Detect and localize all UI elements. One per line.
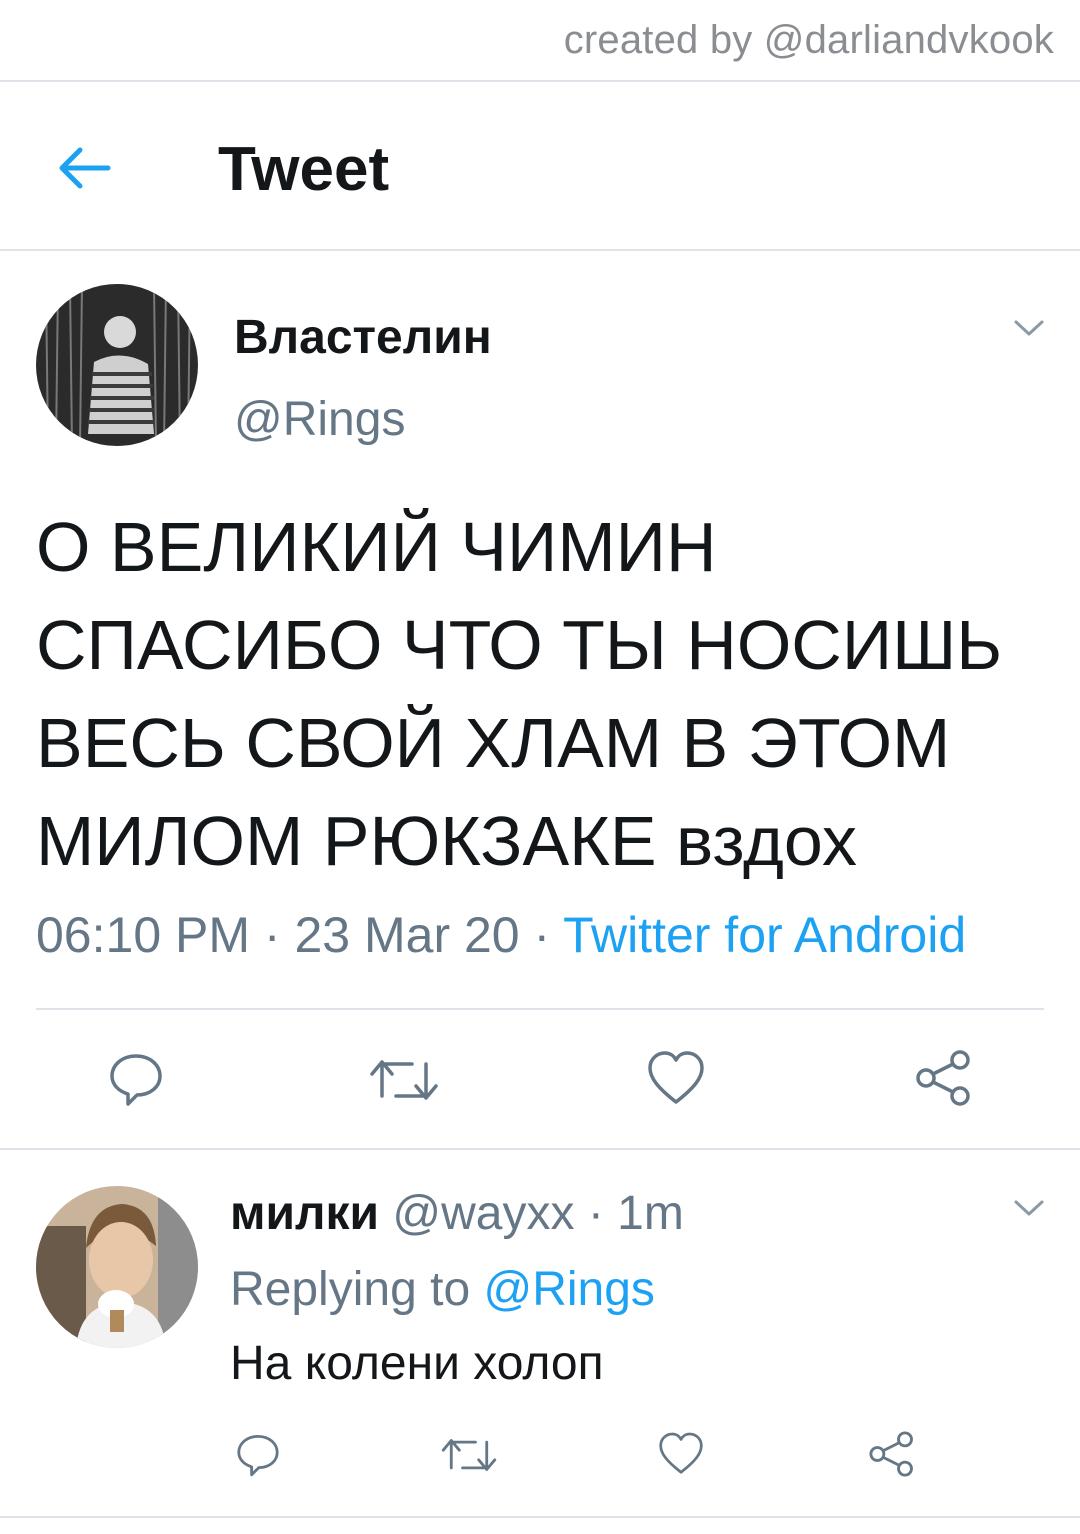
replying-to-label: Replying to xyxy=(230,1263,471,1316)
tweet-time: 06:10 PM xyxy=(36,907,251,963)
tweet-actions xyxy=(0,1040,1080,1120)
page-title: Tweet xyxy=(218,135,390,204)
reply-avatar[interactable] xyxy=(36,1186,198,1348)
tweet-meta: 06:10 PM · 23 Mar 20 · Twitter for Andro… xyxy=(36,906,966,964)
speech-bubble-icon[interactable] xyxy=(234,1430,282,1478)
tweet-date: 23 Mar 20 xyxy=(294,907,520,963)
meta-separator: · xyxy=(263,907,281,963)
watermark: created by @darliandvkook xyxy=(563,18,1054,62)
avatar-image xyxy=(36,284,198,446)
replying-to-mention[interactable]: @Rings xyxy=(483,1263,654,1316)
reply-display-name[interactable]: милки xyxy=(230,1187,379,1240)
share-icon[interactable] xyxy=(866,1428,918,1480)
display-name[interactable]: Властелин xyxy=(234,310,492,365)
chevron-down-icon[interactable] xyxy=(1012,316,1046,340)
reply-time: 1m xyxy=(617,1187,684,1240)
reply-text: На колени холоп xyxy=(230,1337,604,1390)
speech-bubble-icon[interactable] xyxy=(106,1048,166,1108)
divider xyxy=(0,80,1080,82)
replying-to: Replying to @Rings xyxy=(230,1262,655,1317)
reply-avatar-image xyxy=(36,1186,198,1348)
divider xyxy=(0,249,1080,251)
app-header: Tweet xyxy=(0,84,1080,250)
tweet-source-link[interactable]: Twitter for Android xyxy=(563,907,966,963)
reply-actions xyxy=(0,1426,1080,1486)
divider xyxy=(36,1008,1044,1010)
divider xyxy=(0,1148,1080,1150)
heart-icon[interactable] xyxy=(656,1430,706,1477)
arrow-left-icon[interactable] xyxy=(52,136,116,200)
share-icon[interactable] xyxy=(912,1046,976,1110)
reply-user-handle[interactable]: @wayxx xyxy=(392,1187,574,1240)
retweet-icon[interactable] xyxy=(440,1434,498,1476)
avatar[interactable] xyxy=(36,284,198,446)
retweet-icon[interactable] xyxy=(368,1054,440,1106)
user-handle[interactable]: @Rings xyxy=(234,392,405,447)
reply-header: милки @wayxx · 1m xyxy=(230,1186,684,1241)
meta-separator: · xyxy=(587,1187,604,1240)
heart-icon[interactable] xyxy=(644,1048,708,1108)
divider xyxy=(0,1516,1080,1518)
chevron-down-icon[interactable] xyxy=(1012,1196,1046,1220)
meta-separator: · xyxy=(533,907,551,963)
tweet-text: О ВЕЛИКИЙ ЧИМИН СПАСИБО ЧТО ТЫ НОСИШЬ ВЕ… xyxy=(36,508,1003,880)
